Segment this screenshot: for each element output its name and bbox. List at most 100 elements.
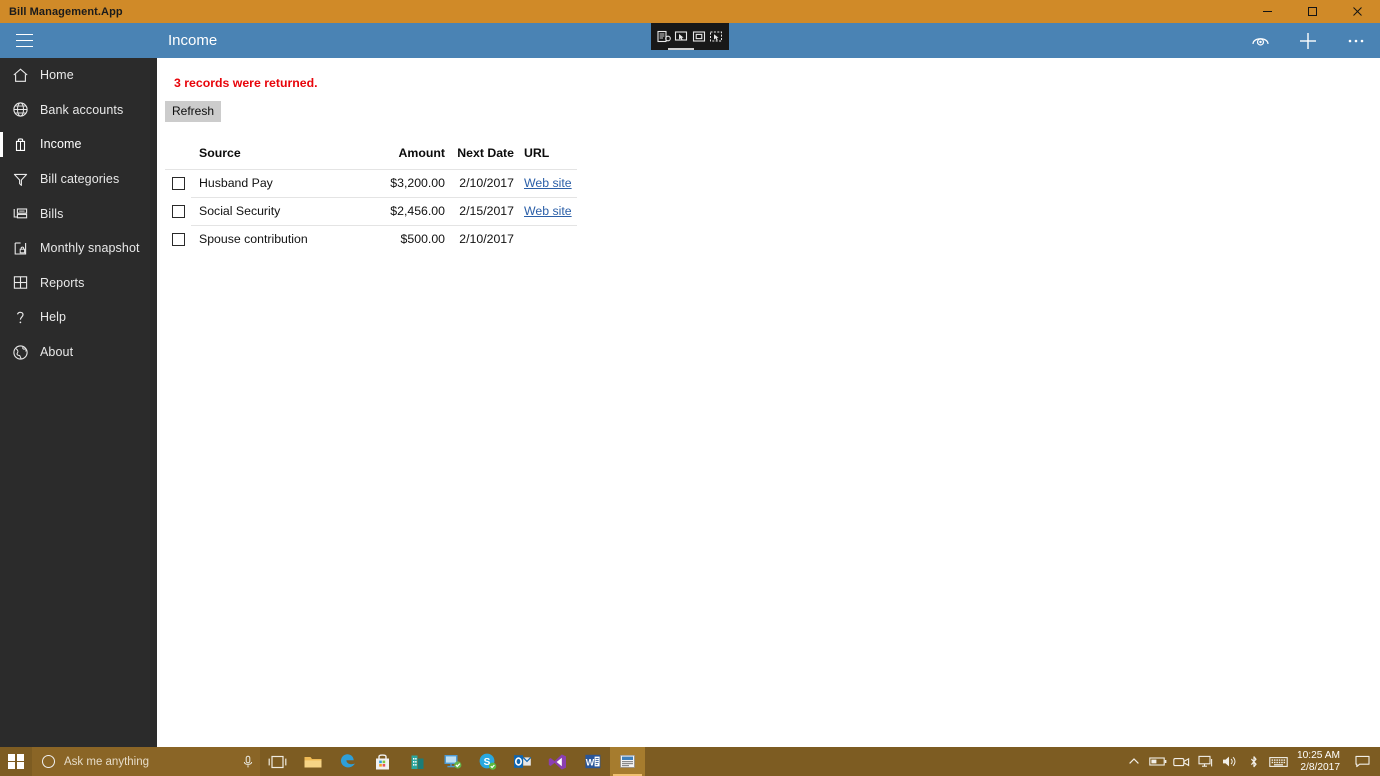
windows-logo-icon	[8, 753, 24, 770]
row-checkbox[interactable]	[172, 232, 185, 246]
sidebar-item-label: Home	[40, 68, 74, 83]
close-button[interactable]	[1335, 0, 1380, 23]
page-title: Income	[168, 32, 218, 49]
windows-logo-tile	[8, 762, 16, 770]
web-site-link[interactable]: Web site	[524, 204, 572, 218]
clock[interactable]: 10:25 AM 2/8/2017	[1291, 747, 1348, 776]
task-view-icon[interactable]	[260, 747, 295, 776]
sidebar-item-label: Income	[40, 137, 82, 152]
add-icon[interactable]	[1284, 23, 1332, 58]
windows-logo-tile	[16, 753, 24, 761]
office-icon[interactable]	[400, 747, 435, 776]
sidebar-item-bank-accounts[interactable]: Bank accounts	[0, 93, 157, 128]
sidebar-item-help[interactable]: Help	[0, 300, 157, 335]
cell-amount: $2,456.00	[365, 197, 445, 226]
row-checkbox[interactable]	[172, 205, 185, 219]
world-icon	[0, 335, 40, 370]
outlook-icon[interactable]	[505, 747, 540, 776]
edge-browser-icon[interactable]	[330, 747, 365, 776]
remote-desktop-icon[interactable]	[435, 747, 470, 776]
row-select-cell	[165, 169, 191, 198]
column-header-amount: Amount	[398, 146, 445, 160]
hamburger-bar	[15, 33, 33, 36]
microphone-icon[interactable]	[242, 755, 254, 769]
show-hidden-icons-icon[interactable]	[1122, 747, 1146, 776]
cell-next-date: 2/15/2017	[445, 197, 517, 226]
row-checkbox[interactable]	[172, 177, 185, 191]
sidebar-item-income[interactable]: Income	[0, 127, 157, 162]
income-table-body: Husband Pay $3,200.00 2/10/2017 Web site…	[165, 169, 577, 253]
capture-freeform-icon[interactable]	[709, 29, 724, 44]
keyboard-icon[interactable]	[1266, 747, 1291, 776]
sidebar-item-bills[interactable]: Bills	[0, 196, 157, 231]
volume-icon[interactable]	[1218, 747, 1242, 776]
column-header-url: URL	[524, 146, 550, 160]
window-title: Bill Management.App	[9, 5, 123, 18]
globe-icon	[0, 93, 40, 128]
window-title-bar: Bill Management.App	[0, 0, 1380, 23]
sidebar-item-label: Monthly snapshot	[40, 241, 140, 256]
start-button[interactable]	[0, 747, 32, 776]
camera-icon[interactable]	[1170, 747, 1194, 776]
capture-window-icon[interactable]	[674, 29, 689, 44]
minimize-button[interactable]	[1245, 0, 1290, 23]
bluetooth-icon[interactable]	[1242, 747, 1266, 776]
grid-icon	[0, 266, 40, 301]
sidebar-item-about[interactable]: About	[0, 335, 157, 370]
search-input[interactable]: Ask me anything	[32, 747, 260, 776]
action-center-icon[interactable]	[1348, 747, 1376, 776]
home-icon	[0, 58, 40, 93]
network-icon[interactable]	[1194, 747, 1218, 776]
bills-icon	[0, 196, 40, 231]
cell-source: Spouse contribution	[191, 225, 365, 253]
funnel-icon	[0, 162, 40, 197]
column-header-source: Source	[199, 146, 241, 160]
sidebar-item-monthly-snapshot[interactable]: Monthly snapshot	[0, 231, 157, 266]
visual-studio-icon[interactable]	[540, 747, 575, 776]
hamburger-bar	[15, 39, 33, 42]
row-select-cell	[165, 198, 191, 226]
sidebar-item-reports[interactable]: Reports	[0, 266, 157, 301]
file-explorer-icon[interactable]	[295, 747, 330, 776]
windows-taskbar: Ask me anything S W 10:25 AM 2/8/2017	[0, 747, 1380, 776]
cell-source: Husband Pay	[191, 169, 365, 198]
sidebar-item-label: About	[40, 345, 74, 360]
maximize-button[interactable]	[1290, 0, 1335, 23]
income-table: Source Amount Next Date URL Husband Pay …	[165, 146, 577, 253]
skype-icon[interactable]: S	[470, 747, 505, 776]
sidebar-item-label: Bank accounts	[40, 102, 124, 117]
question-icon	[0, 300, 40, 335]
taskbar-app-icons: S W	[260, 747, 645, 776]
cell-url: Web site	[517, 197, 577, 226]
hamburger-bar	[15, 45, 33, 48]
bill-management-icon[interactable]	[610, 747, 645, 776]
more-options-icon[interactable]	[1332, 23, 1380, 58]
windows-logo-tile	[16, 762, 24, 770]
cell-url	[517, 225, 577, 253]
income-table-head: Source Amount Next Date URL	[165, 146, 577, 170]
view-icon[interactable]	[1236, 23, 1284, 58]
desktop-root: Bill Management.App Income Home Bank acc…	[0, 0, 1380, 776]
sidebar-item-home[interactable]: Home	[0, 58, 157, 93]
navigation-sidebar: Home Bank accounts Income Bill categorie…	[0, 58, 157, 747]
web-site-link[interactable]: Web site	[524, 176, 572, 190]
table-row[interactable]: Spouse contribution $500.00 2/10/2017	[165, 225, 577, 253]
cell-amount: $500.00	[365, 225, 445, 253]
capture-toolbar-handle[interactable]	[668, 48, 694, 50]
capture-screen-icon[interactable]	[656, 29, 671, 44]
cell-next-date: 2/10/2017	[445, 169, 517, 198]
main-content: 3 records were returned. Refresh Source …	[157, 58, 1380, 747]
table-row[interactable]: Husband Pay $3,200.00 2/10/2017 Web site	[165, 169, 577, 198]
cell-amount: $3,200.00	[365, 169, 445, 198]
hamburger-menu-icon[interactable]	[0, 23, 48, 58]
sidebar-item-label: Bills	[40, 206, 64, 221]
select-column-header	[165, 146, 191, 170]
sidebar-item-bill-categories[interactable]: Bill categories	[0, 162, 157, 197]
window-controls	[1245, 0, 1380, 23]
battery-icon[interactable]	[1146, 747, 1170, 776]
refresh-button[interactable]: Refresh	[165, 101, 222, 122]
store-icon[interactable]	[365, 747, 400, 776]
table-row[interactable]: Social Security $2,456.00 2/15/2017 Web …	[165, 197, 577, 226]
capture-region-icon[interactable]	[691, 29, 706, 44]
word-icon[interactable]: W	[575, 747, 610, 776]
